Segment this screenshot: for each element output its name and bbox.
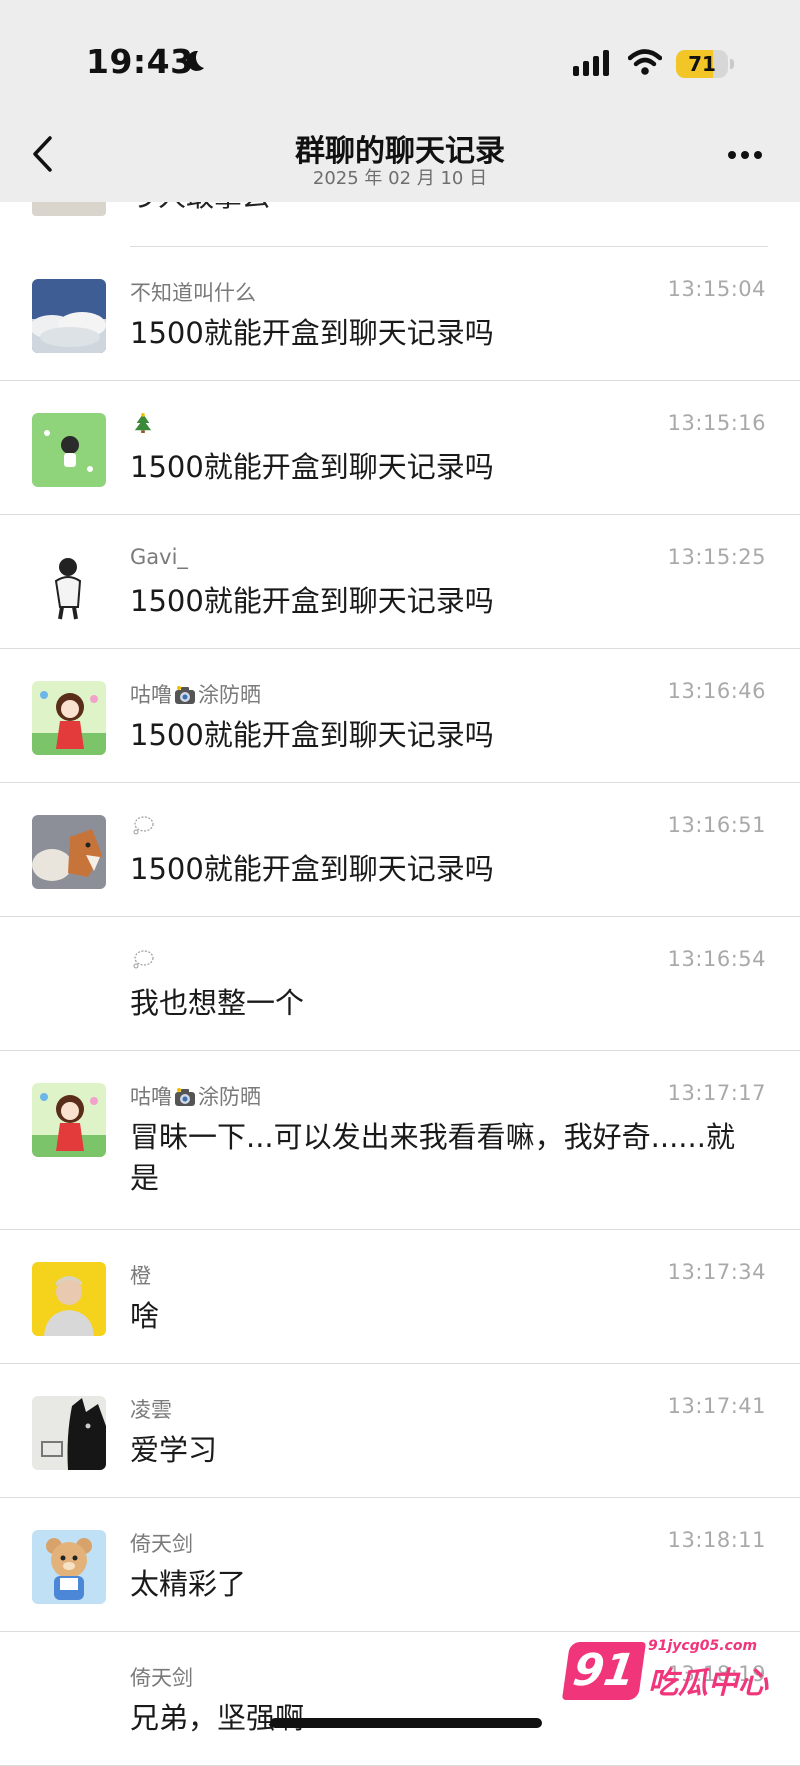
camera-icon xyxy=(175,686,195,704)
sender-name: 咕噜 涂防晒 xyxy=(130,679,261,709)
christmas-tree-icon xyxy=(134,413,152,433)
message-time: 13:16:51 xyxy=(667,813,766,837)
message-time: 13:16:46 xyxy=(667,679,766,703)
sky-clouds-avatar[interactable] xyxy=(32,279,106,353)
green-field-girl-avatar[interactable] xyxy=(32,413,106,487)
thought-bubble-icon xyxy=(133,816,154,835)
message-text: 1500就能开盒到聊天记录吗 xyxy=(130,718,494,752)
message-item[interactable]: 13:16:54 我也想整一个 xyxy=(0,917,800,1051)
message-text: 1500就能开盒到聊天记录吗 xyxy=(130,852,494,886)
message-item[interactable]: 橙 13:17:34 啥 xyxy=(0,1230,800,1364)
message-text: 1500就能开盒到聊天记录吗 xyxy=(130,316,494,350)
battery-cap xyxy=(730,59,734,69)
site-watermark: 91 91jycg05.com 吃瓜中心 xyxy=(561,1632,776,1712)
camera-icon xyxy=(175,1088,195,1106)
sender-name xyxy=(130,813,156,837)
moon-icon xyxy=(186,50,204,71)
message-time: 13:15:16 xyxy=(667,411,766,435)
message-item[interactable]: 不知道叫什么 13:15:04 1500就能开盒到聊天记录吗 xyxy=(0,247,800,381)
message-item[interactable]: 倚天剑 13:18:11 太精彩了 xyxy=(0,1498,800,1632)
message-text: 爱学习 xyxy=(130,1433,218,1467)
cartoon-girl-avatar[interactable] xyxy=(32,1083,106,1157)
message-list[interactable]: 不知道叫什么 13:15:04 1500就能开盒到聊天记录吗 13:15:16 … xyxy=(0,247,800,1766)
sender-name-part: 涂防晒 xyxy=(198,1085,261,1109)
wifi-icon xyxy=(628,49,662,75)
battery-indicator: 71 xyxy=(676,50,728,78)
sketch-man-avatar[interactable] xyxy=(32,547,106,621)
message-item[interactable]: Gavi_ 13:15:25 1500就能开盒到聊天记录吗 xyxy=(0,515,800,649)
more-options-icon[interactable] xyxy=(727,150,763,160)
message-item[interactable]: 13:16:51 1500就能开盒到聊天记录吗 xyxy=(0,783,800,917)
thought-bubble-icon xyxy=(133,950,154,969)
message-text: 1500就能开盒到聊天记录吗 xyxy=(130,584,494,618)
status-time: 19:43 xyxy=(86,42,194,81)
message-time: 13:17:34 xyxy=(667,1260,766,1284)
cartoon-girl-avatar[interactable] xyxy=(32,681,106,755)
sender-name-part: 咕噜 xyxy=(130,1085,172,1109)
sender-name: 咕噜 涂防晒 xyxy=(130,1081,261,1111)
shiba-dog-avatar[interactable] xyxy=(32,815,106,889)
home-indicator[interactable] xyxy=(270,1718,542,1728)
bear-avatar[interactable] xyxy=(32,1530,106,1604)
sender-name xyxy=(130,411,156,435)
message-time: 13:17:41 xyxy=(667,1394,766,1418)
sender-name xyxy=(130,947,156,971)
message-time: 13:15:25 xyxy=(667,545,766,569)
page-date: 2025 年 02 月 10 日 xyxy=(312,168,488,189)
watermark-name: 吃瓜中心 xyxy=(648,1666,768,1701)
sender-name: Gavi_ xyxy=(130,545,188,569)
sender-name: 不知道叫什么 xyxy=(130,281,256,305)
message-time: 13:17:17 xyxy=(667,1081,766,1105)
divider xyxy=(130,246,768,247)
sender-name: 凌雲 xyxy=(130,1398,172,1422)
message-time: 13:18:11 xyxy=(667,1528,766,1552)
sender-name: 倚天剑 xyxy=(130,1666,193,1690)
message-item[interactable]: 凌雲 13:17:41 爱学习 xyxy=(0,1364,800,1498)
sender-name-part: 涂防晒 xyxy=(198,683,261,707)
battery-percent: 71 xyxy=(688,52,716,76)
chat-header: 19:43 71 群聊的聊天记录 2025 年 02 月 10 日 xyxy=(0,0,800,202)
message-text: 太精彩了 xyxy=(130,1567,247,1601)
watermark-logo: 91 xyxy=(561,1642,647,1700)
message-item[interactable]: 13:15:16 1500就能开盒到聊天记录吗 xyxy=(0,381,800,515)
yellow-portrait-avatar[interactable] xyxy=(32,1262,106,1336)
message-text: 冒昧一下...可以发出来我看看嘛，我好奇......就是 xyxy=(130,1120,735,1195)
watermark-url: 91jycg05.com xyxy=(648,1638,758,1654)
message-item[interactable]: 咕噜 涂防晒 13:16:46 1500就能开盒到聊天记录吗 xyxy=(0,649,800,783)
black-cat-avatar[interactable] xyxy=(32,1396,106,1470)
message-item[interactable]: 咕噜 涂防晒 13:17:17 冒昧一下...可以发出来我看看嘛，我好奇.....… xyxy=(0,1051,800,1230)
message-text: 啥 xyxy=(130,1299,160,1333)
sender-name: 倚天剑 xyxy=(130,1532,193,1556)
sender-name-part: 咕噜 xyxy=(130,683,172,707)
signal-icon xyxy=(573,50,609,76)
message-text: 1500就能开盒到聊天记录吗 xyxy=(130,450,494,484)
sender-name: 橙 xyxy=(130,1264,151,1288)
message-time: 13:16:54 xyxy=(667,947,766,971)
message-time: 13:15:04 xyxy=(667,277,766,301)
message-text: 我也想整一个 xyxy=(130,986,305,1020)
